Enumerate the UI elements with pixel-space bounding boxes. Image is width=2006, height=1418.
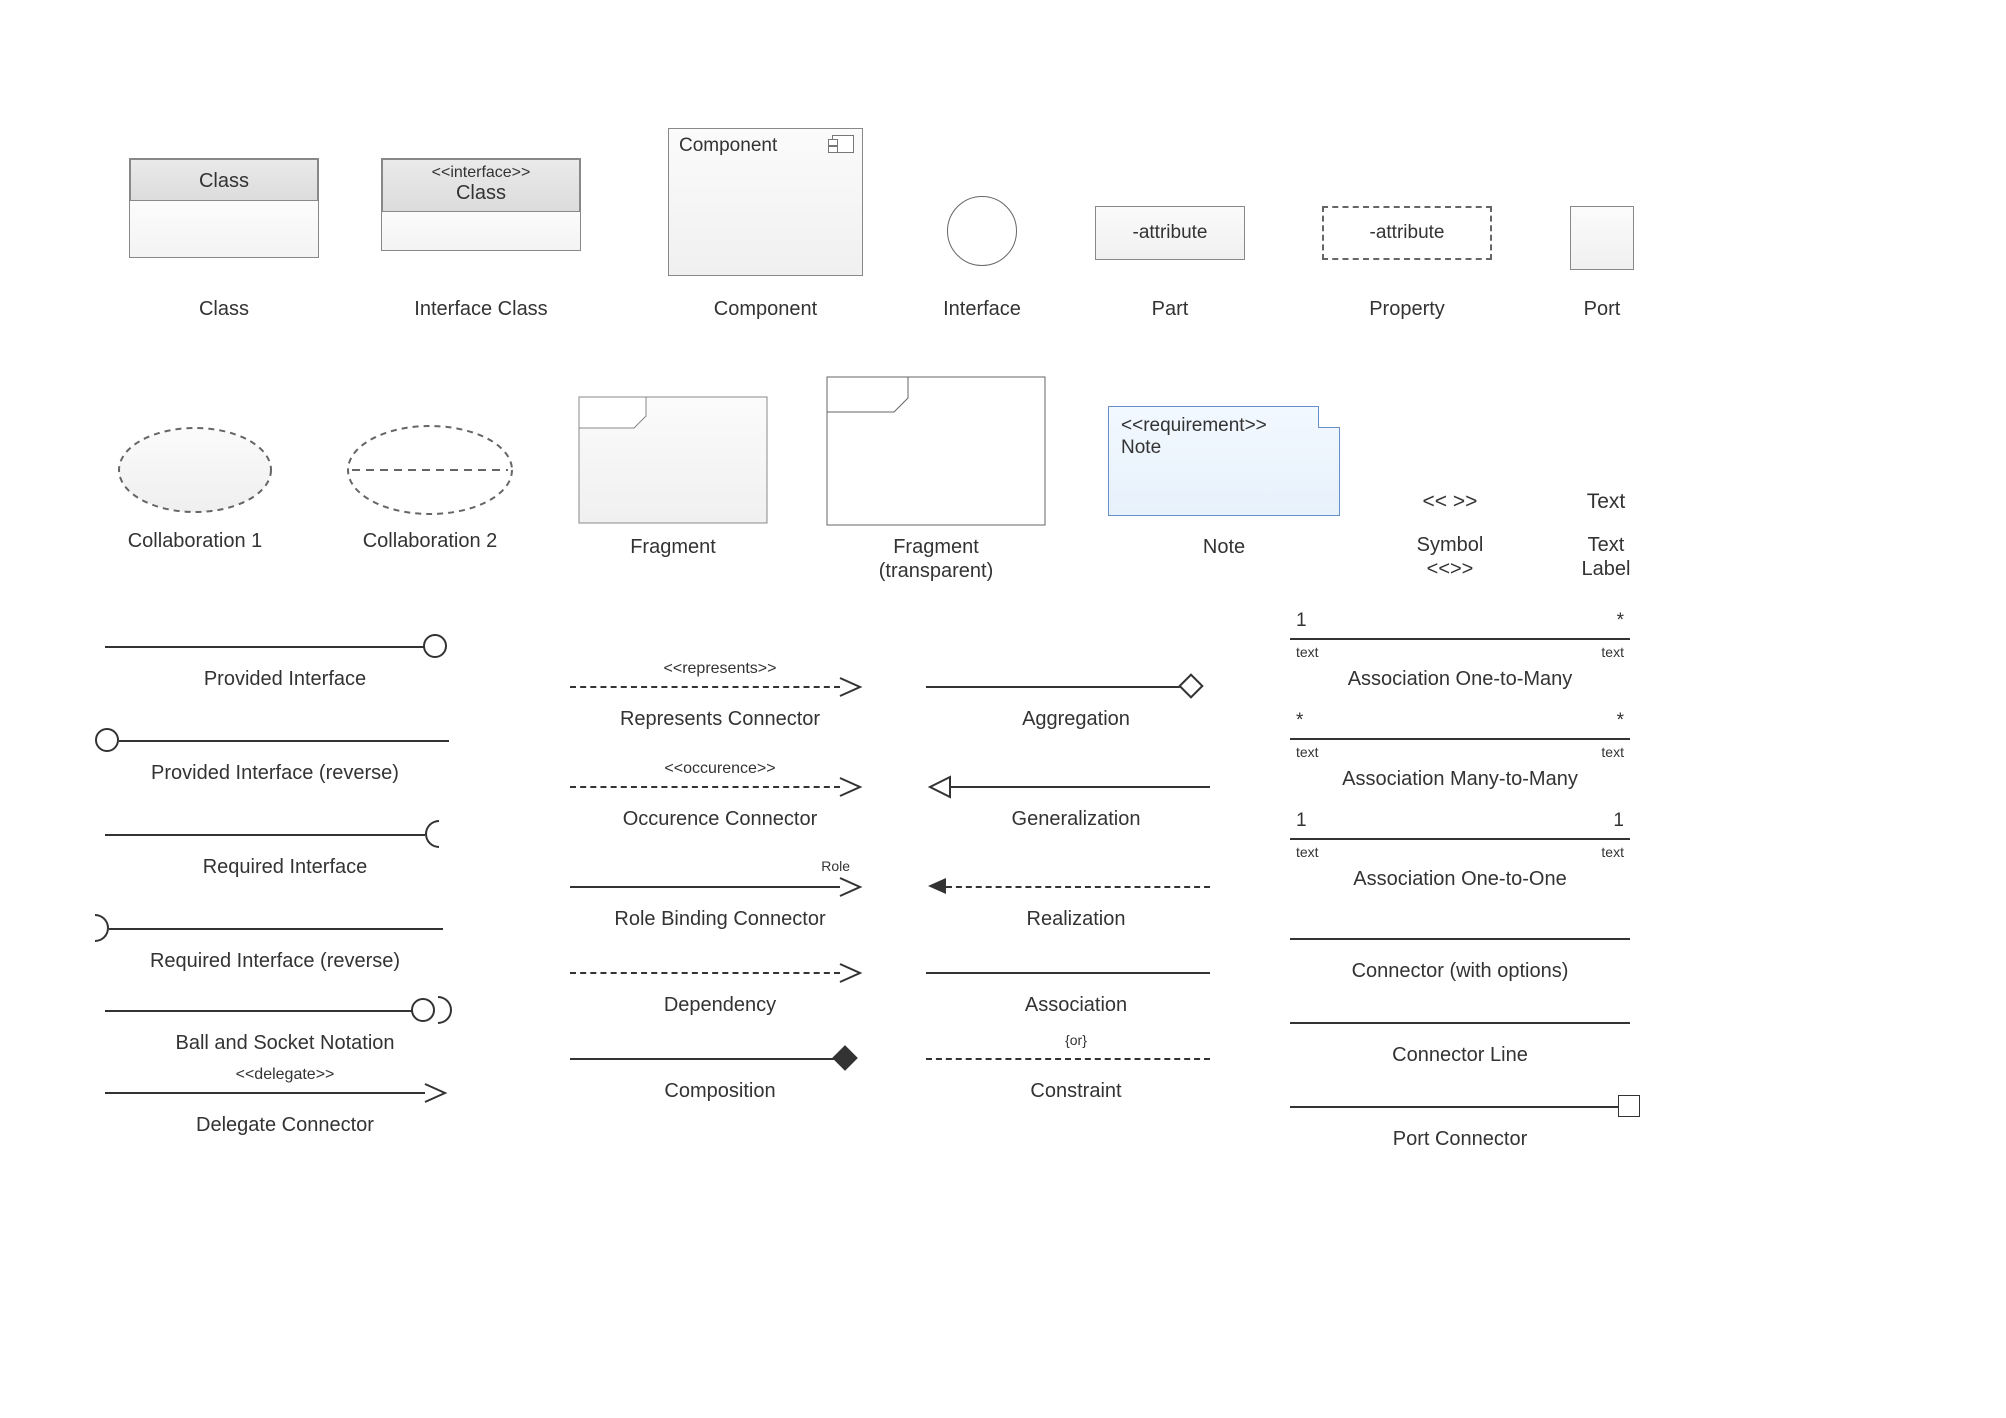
a11-right: 1 (1613, 810, 1624, 832)
port-square-icon (1618, 1095, 1640, 1117)
a11-leftT: text (1296, 844, 1319, 860)
part-caption: Part (1095, 298, 1245, 321)
dependency-caption: Dependency (570, 994, 870, 1017)
shape-collab2: Collaboration 2 (340, 420, 520, 526)
class-caption: Class (129, 298, 319, 321)
a11-left: 1 (1296, 810, 1307, 832)
amm-left: * (1296, 710, 1303, 732)
composition-caption: Composition (570, 1080, 870, 1103)
a1m-right: * (1617, 610, 1624, 632)
provided-rev-caption: Provided Interface (reverse) (95, 762, 455, 785)
generalization-caption: Generalization (926, 808, 1226, 831)
shape-note: <<requirement>> Note Note (1108, 406, 1340, 516)
text-caption2: Label (1556, 558, 1656, 581)
amm-rightT: text (1601, 744, 1624, 760)
text-caption1: Text (1556, 534, 1656, 557)
shape-property: -attribute Property (1322, 206, 1492, 260)
arrow-open-icon (838, 876, 864, 898)
arrow-open-icon (838, 962, 864, 984)
occurence-caption: Occurence Connector (570, 808, 870, 831)
constraint-tag: {or} (926, 1032, 1226, 1048)
required-caption: Required Interface (105, 856, 465, 879)
component-caption: Component (668, 298, 863, 321)
shape-fragment: Fragment (578, 396, 768, 530)
interface-class-caption: Interface Class (381, 298, 581, 321)
amm-caption: Association Many-to-Many (1290, 768, 1630, 791)
a11-rightT: text (1601, 844, 1624, 860)
ball-socket-caption: Ball and Socket Notation (105, 1032, 465, 1055)
amm-right: * (1617, 710, 1624, 732)
text-glyph: Text (1556, 490, 1656, 514)
aggregation-caption: Aggregation (926, 708, 1226, 731)
property-caption: Property (1322, 298, 1492, 321)
a11-caption: Association One-to-One (1290, 868, 1630, 891)
delegate-caption: Delegate Connector (105, 1114, 465, 1137)
shape-text-label: Text Text Label (1556, 490, 1656, 514)
a1m-caption: Association One-to-Many (1290, 668, 1630, 691)
represents-tag: <<represents>> (570, 660, 870, 678)
represents-caption: Represents Connector (570, 708, 870, 731)
amm-leftT: text (1296, 744, 1319, 760)
interface-stereo: <<interface>> (383, 164, 579, 182)
component-icon (832, 135, 854, 153)
rolebind-caption: Role Binding Connector (570, 908, 870, 931)
role-tag: Role (821, 858, 850, 874)
triangle-open-icon (926, 775, 952, 799)
class-header: Class (130, 159, 318, 201)
dashed-ellipse-icon (110, 420, 280, 520)
shape-collab1: Collaboration 1 (110, 420, 280, 526)
required-rev-caption: Required Interface (reverse) (95, 950, 455, 973)
provided-caption: Provided Interface (105, 668, 465, 691)
realization-caption: Realization (926, 908, 1226, 931)
symbol-glyph: << >> (1390, 490, 1510, 514)
shape-port: Port (1570, 206, 1634, 270)
shape-component: Component Component (668, 128, 863, 276)
fragment-icon (578, 396, 768, 524)
triangle-filled-icon (926, 876, 948, 896)
collab1-caption: Collaboration 1 (110, 530, 280, 553)
shape-interface-class: <<interface>> Class Interface Class (381, 158, 581, 251)
symbol-caption1: Symbol (1390, 534, 1510, 557)
property-text: -attribute (1370, 222, 1445, 244)
symbol-caption2: <<>> (1390, 558, 1510, 581)
conn-opts-caption: Connector (with options) (1290, 960, 1630, 983)
component-title: Component (679, 135, 777, 157)
port-conn-caption: Port Connector (1290, 1128, 1630, 1151)
collab2-caption: Collaboration 2 (340, 530, 520, 553)
dashed-ellipse-line-icon (340, 420, 520, 520)
note-stereo: <<requirement>> (1121, 415, 1327, 437)
a1m-leftT: text (1296, 644, 1319, 660)
constraint-caption: Constraint (926, 1080, 1226, 1103)
shape-interface-circle: Interface (942, 196, 1022, 266)
fragment-t-caption2: (transparent) (826, 560, 1046, 583)
a1m-rightT: text (1601, 644, 1624, 660)
fragment-transparent-icon (826, 376, 1046, 526)
delegate-tag: <<delegate>> (105, 1066, 465, 1084)
arrow-open-icon (423, 1082, 449, 1104)
shape-class: Class Class (129, 158, 319, 258)
fragment-t-caption1: Fragment (826, 536, 1046, 559)
arrow-open-icon (838, 676, 864, 698)
note-caption: Note (1108, 536, 1340, 559)
interface-circle-caption: Interface (922, 298, 1042, 321)
interface-header: Class (383, 182, 579, 205)
shape-symbol: << >> Symbol <<>> (1390, 490, 1510, 514)
conn-line-caption: Connector Line (1290, 1044, 1630, 1067)
occurence-tag: <<occurence>> (570, 760, 870, 778)
shape-fragment-transparent: Fragment (transparent) (826, 376, 1046, 532)
fragment-caption: Fragment (578, 536, 768, 559)
part-text: -attribute (1133, 222, 1208, 244)
arrow-open-icon (838, 776, 864, 798)
port-caption: Port (1550, 298, 1654, 321)
a1m-left: 1 (1296, 610, 1307, 632)
note-text: Note (1121, 437, 1327, 459)
association-caption: Association (926, 994, 1226, 1017)
shape-part: -attribute Part (1095, 206, 1245, 260)
